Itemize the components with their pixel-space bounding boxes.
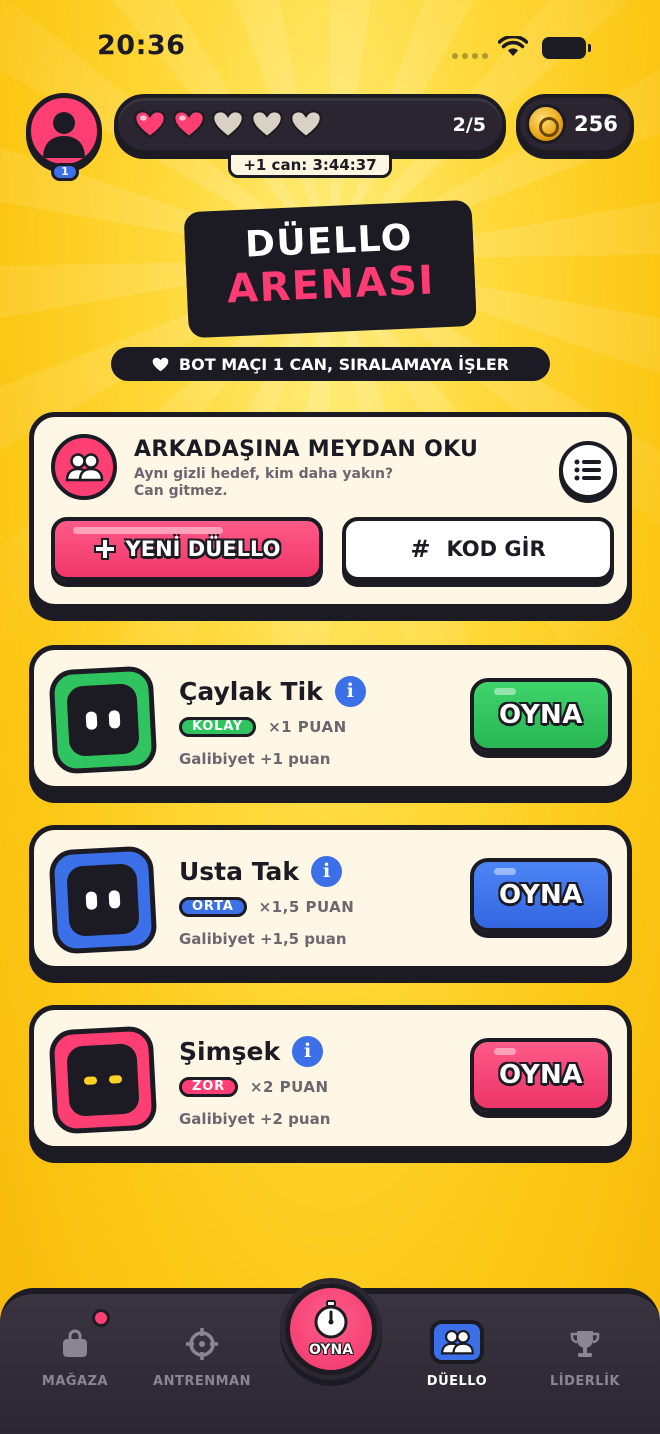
stopwatch-icon <box>314 1300 348 1339</box>
heart-icon <box>152 357 169 371</box>
challenge-title: ARKADAŞINA MEYDAN OKU <box>134 437 479 462</box>
nav-item-shop[interactable]: MAĞAZA <box>20 1326 130 1389</box>
nav-item-leaderboard[interactable]: LİDERLİK <box>530 1326 640 1389</box>
nav-label-training: ANTRENMAN <box>153 1374 251 1389</box>
user-silhouette-icon <box>43 112 85 158</box>
lives-bar[interactable]: 2/5 <box>114 94 506 154</box>
level-badge: 1 <box>51 163 79 181</box>
bot-match-info: BOT MAÇI 1 CAN, SIRALAMAYA İŞLER <box>111 347 550 381</box>
hearts-row <box>134 110 322 138</box>
status-time: 20:36 <box>97 30 186 61</box>
bot-card-1: Usta Tak i ORTA ×1,5 PUAN Galibiyet +1,5… <box>29 825 632 971</box>
info-icon[interactable]: i <box>334 676 366 707</box>
nav-label-leaderboard: LİDERLİK <box>550 1374 620 1389</box>
challenge-subtitle: Aynı gizli hedef, kim daha yakın? Can gi… <box>134 466 393 500</box>
difficulty-badge: ZOR <box>179 1077 238 1097</box>
plus-icon <box>93 538 116 560</box>
info-icon[interactable]: i <box>292 1036 324 1067</box>
points-multiplier: ×2 PUAN <box>249 1078 329 1096</box>
enter-code-label: KOD GİR <box>446 537 546 561</box>
bot-name-text: Usta Tak <box>179 857 300 886</box>
new-duel-label: YENİ DÜELLO <box>125 537 281 561</box>
challenge-friend-card: ARKADAŞINA MEYDAN OKU Aynı gizli hedef, … <box>29 412 632 609</box>
nav-item-duel[interactable]: DÜELLO <box>402 1320 512 1389</box>
wifi-icon <box>498 36 528 56</box>
difficulty-badge: KOLAY <box>179 717 257 737</box>
bot-face-icon <box>66 863 140 937</box>
crosshair-icon <box>180 1326 224 1362</box>
users-icon <box>430 1320 484 1364</box>
bot-name: Şimşek i <box>179 1036 324 1067</box>
points-multiplier: ×1 PUAN <box>268 718 347 736</box>
bag-icon <box>53 1326 97 1362</box>
enter-code-button[interactable]: # KOD GİR <box>342 517 614 581</box>
duel-list-button[interactable] <box>559 441 617 499</box>
bot-card-2: Şimşek i ZOR ×2 PUAN Galibiyet +2 puan O… <box>29 1005 632 1151</box>
trophy-icon <box>563 1326 607 1362</box>
points-multiplier: ×1,5 PUAN <box>258 898 355 916</box>
nav-label-shop: MAĞAZA <box>41 1374 109 1389</box>
new-duel-button[interactable]: YENİ DÜELLO <box>51 517 323 581</box>
nav-item-training[interactable]: ANTRENMAN <box>147 1326 257 1389</box>
notification-dot <box>92 1309 110 1327</box>
bot-name: Usta Tak i <box>179 856 343 887</box>
bot-avatar <box>48 1025 158 1135</box>
play-button[interactable]: OYNA <box>470 1038 612 1112</box>
difficulty-badge: ORTA <box>179 897 247 917</box>
bot-tags: ORTA ×1,5 PUAN <box>179 897 354 917</box>
play-fab-label: OYNA <box>308 1342 354 1358</box>
nav-label-duel: DÜELLO <box>426 1374 488 1389</box>
bot-avatar <box>48 665 158 775</box>
bot-tags: ZOR ×2 PUAN <box>179 1077 329 1097</box>
signal-dots-icon <box>452 53 488 59</box>
coins-bar[interactable]: 256 <box>516 94 634 154</box>
bot-match-info-text: BOT MAÇI 1 CAN, SIRALAMAYA İŞLER <box>178 354 510 374</box>
bot-name-text: Çaylak Tik <box>179 677 323 706</box>
title-line-2: ARENASI <box>226 257 436 313</box>
lives-count: 2/5 <box>452 114 486 136</box>
challenge-subtitle-line-1: Aynı gizli hedef, kim daha yakın? <box>134 466 394 482</box>
heart-full-icon <box>134 110 166 138</box>
win-reward: Galibiyet +2 puan <box>179 1110 331 1128</box>
bot-tags: KOLAY ×1 PUAN <box>179 717 347 737</box>
friends-icon <box>51 434 117 500</box>
coins-count: 256 <box>574 112 618 136</box>
heart-empty-icon <box>290 110 322 138</box>
challenge-subtitle-line-2: Can gitmez. <box>134 483 228 499</box>
hash-icon: # <box>410 535 431 563</box>
profile-avatar[interactable] <box>26 93 102 169</box>
bot-name-text: Şimşek <box>179 1037 281 1066</box>
bot-face-icon <box>66 1043 140 1117</box>
life-refill-timer: +1 can: 3:44:37 <box>228 152 392 178</box>
heart-empty-icon <box>251 110 283 138</box>
play-button[interactable]: OYNA <box>470 858 612 932</box>
bot-face-icon <box>66 683 140 757</box>
bot-card-0: Çaylak Tik i KOLAY ×1 PUAN Galibiyet +1 … <box>29 645 632 791</box>
battery-icon <box>542 37 591 59</box>
arena-title: DÜELLO ARENASI <box>183 199 477 331</box>
list-icon <box>574 459 601 481</box>
info-icon[interactable]: i <box>311 856 343 887</box>
win-reward: Galibiyet +1 puan <box>179 750 331 768</box>
play-button[interactable]: OYNA <box>470 678 612 752</box>
play-fab-button[interactable]: OYNA <box>285 1283 377 1375</box>
heart-full-icon <box>173 110 205 138</box>
win-reward: Galibiyet +1,5 puan <box>179 930 347 948</box>
heart-empty-icon <box>212 110 244 138</box>
bot-name: Çaylak Tik i <box>179 676 366 707</box>
coin-icon <box>526 104 566 144</box>
bot-avatar <box>48 845 158 955</box>
